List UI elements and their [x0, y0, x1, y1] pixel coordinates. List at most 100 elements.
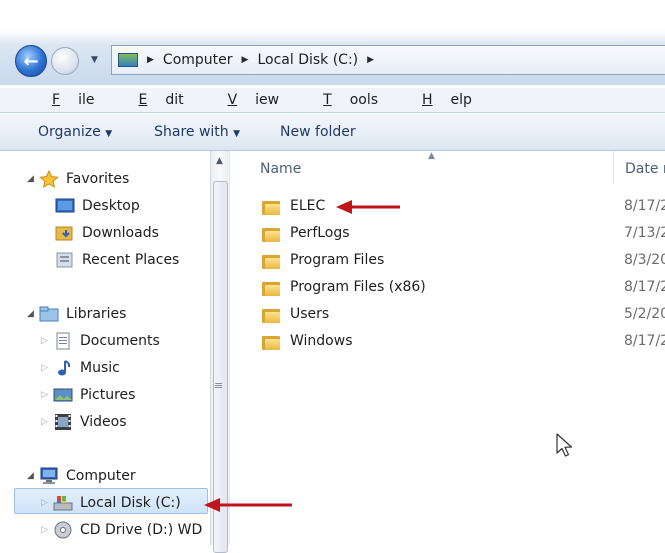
share-with-button[interactable]: Share with ▼	[154, 124, 240, 140]
file-row-windows[interactable]: Windows 8/17/2	[230, 328, 665, 355]
libraries-icon	[39, 305, 59, 323]
expand-right-icon[interactable]: ▷	[41, 498, 53, 508]
expand-right-icon[interactable]: ▷	[41, 417, 53, 427]
nav-libraries[interactable]: ◢ Libraries	[27, 300, 126, 327]
file-name: PerfLogs	[290, 225, 350, 241]
music-icon	[53, 359, 73, 377]
computer-icon	[39, 467, 59, 485]
column-header-row: Name ▲ Date m	[230, 151, 665, 184]
column-name[interactable]: Name	[260, 161, 301, 177]
mouse-cursor-icon	[556, 433, 573, 457]
folder-icon	[262, 255, 280, 269]
expand-down-icon[interactable]: ◢	[27, 309, 39, 319]
column-date-modified[interactable]: Date m	[625, 161, 665, 177]
nav-computer[interactable]: ◢ Computer	[27, 462, 136, 489]
nav-desktop[interactable]: Desktop	[55, 192, 140, 219]
scroll-grip-icon: ≡	[214, 379, 224, 392]
menu-tools-rest: ools	[349, 92, 379, 108]
file-date: 8/17/2	[624, 279, 665, 295]
file-row-users[interactable]: Users 5/2/20	[230, 301, 665, 328]
menu-file-rest: ile	[78, 92, 95, 108]
back-arrow-icon: ←	[23, 50, 39, 72]
nav-local-disk-c-label: Local Disk (C:)	[80, 494, 181, 511]
menu-tools[interactable]: Tools	[297, 92, 378, 108]
videos-icon	[53, 413, 73, 431]
file-row-elec[interactable]: ELEC 8/17/2	[230, 193, 665, 220]
nav-cd-drive-d[interactable]: ▷ CD Drive (D:) WD	[41, 516, 202, 543]
folder-icon	[262, 309, 280, 323]
new-folder-button[interactable]: New folder	[280, 124, 356, 140]
file-date: 8/3/20	[624, 252, 665, 268]
menu-view[interactable]: View	[202, 92, 280, 108]
expand-right-icon[interactable]: ▷	[41, 525, 53, 535]
back-button[interactable]: ←	[15, 45, 47, 77]
folder-icon	[262, 201, 280, 215]
annotation-arrow-elec	[336, 200, 400, 214]
recent-places-icon	[55, 251, 75, 269]
nav-pictures[interactable]: ▷ Pictures	[41, 381, 135, 408]
file-row-program-files-x86[interactable]: Program Files (x86) 8/17/2	[230, 274, 665, 301]
file-row-perflogs[interactable]: PerfLogs 7/13/2	[230, 220, 665, 247]
downloads-icon	[55, 224, 75, 242]
nav-videos[interactable]: ▷ Videos	[41, 408, 127, 435]
file-name: ELEC	[290, 198, 326, 214]
desktop-icon	[55, 197, 75, 215]
menu-edit[interactable]: Edit	[112, 92, 183, 108]
chevron-right-icon[interactable]: ▶	[147, 55, 154, 65]
nav-favorites[interactable]: ◢ Favorites	[27, 165, 129, 192]
annotation-arrow-local-disk	[204, 498, 292, 512]
scroll-up-icon[interactable]: ▲	[216, 156, 223, 166]
chevron-right-icon[interactable]: ▶	[367, 55, 374, 65]
menu-help-rest: elp	[450, 92, 472, 108]
navigation-scrollbar[interactable]: ▲ ≡	[210, 151, 229, 553]
nav-music[interactable]: ▷ Music	[41, 354, 120, 381]
recent-pages-dropdown[interactable]: ▼	[91, 55, 98, 65]
menu-file[interactable]: File	[26, 92, 94, 108]
file-name: Users	[290, 306, 330, 322]
folder-icon	[262, 282, 280, 296]
menu-bar: File Edit View Tools Help	[0, 88, 665, 113]
star-icon	[39, 169, 59, 188]
folder-icon	[262, 228, 280, 242]
breadcrumb-local-disk[interactable]: Local Disk (C:)	[257, 52, 358, 68]
menu-edit-rest: dit	[165, 92, 184, 108]
nav-desktop-label: Desktop	[82, 197, 140, 214]
nav-downloads-label: Downloads	[82, 224, 159, 241]
file-name: Program Files (x86)	[290, 279, 426, 295]
expand-right-icon[interactable]: ▷	[41, 363, 53, 373]
file-name: Program Files	[290, 252, 385, 268]
file-date: 8/17/2	[624, 333, 665, 349]
nav-libraries-label: Libraries	[66, 305, 127, 322]
nav-documents[interactable]: ▷ Documents	[41, 327, 160, 354]
file-list: Name ▲ Date m ELEC 8/17/2 PerfLogs 7/13/…	[229, 151, 665, 545]
file-row-program-files[interactable]: Program Files 8/3/20	[230, 247, 665, 274]
documents-icon	[53, 332, 73, 350]
organize-button[interactable]: Organize ▼	[38, 124, 112, 140]
expand-right-icon[interactable]: ▷	[41, 336, 53, 346]
column-divider[interactable]	[613, 151, 614, 184]
address-bar[interactable]: ▶ Computer ▶ Local Disk (C:) ▶	[111, 45, 665, 75]
menu-help[interactable]: Help	[396, 92, 472, 108]
forward-button[interactable]	[51, 47, 79, 75]
chevron-right-icon[interactable]: ▶	[242, 55, 249, 65]
breadcrumb-computer[interactable]: Computer	[163, 52, 233, 68]
expand-down-icon[interactable]: ◢	[27, 174, 39, 184]
nav-recent-places[interactable]: Recent Places	[55, 246, 179, 273]
folder-icon	[262, 336, 280, 350]
expand-down-icon[interactable]: ◢	[27, 471, 39, 481]
nav-videos-label: Videos	[80, 413, 127, 430]
nav-cd-drive-d-label: CD Drive (D:) WD	[80, 521, 203, 538]
menu-view-rest: iew	[255, 92, 280, 108]
pictures-icon	[53, 386, 73, 404]
nav-local-disk-c[interactable]: ▷ Local Disk (C:)	[41, 489, 181, 516]
nav-computer-label: Computer	[66, 467, 136, 484]
expand-right-icon[interactable]: ▷	[41, 390, 53, 400]
file-date: 8/17/2	[624, 198, 665, 214]
nav-favorites-label: Favorites	[66, 170, 130, 187]
file-date: 7/13/2	[624, 225, 665, 241]
nav-music-label: Music	[80, 359, 120, 376]
nav-pictures-label: Pictures	[80, 386, 136, 403]
command-bar: Organize ▼ Share with ▼ New folder	[0, 113, 665, 151]
sort-ascending-icon: ▲	[428, 151, 435, 161]
nav-downloads[interactable]: Downloads	[55, 219, 159, 246]
